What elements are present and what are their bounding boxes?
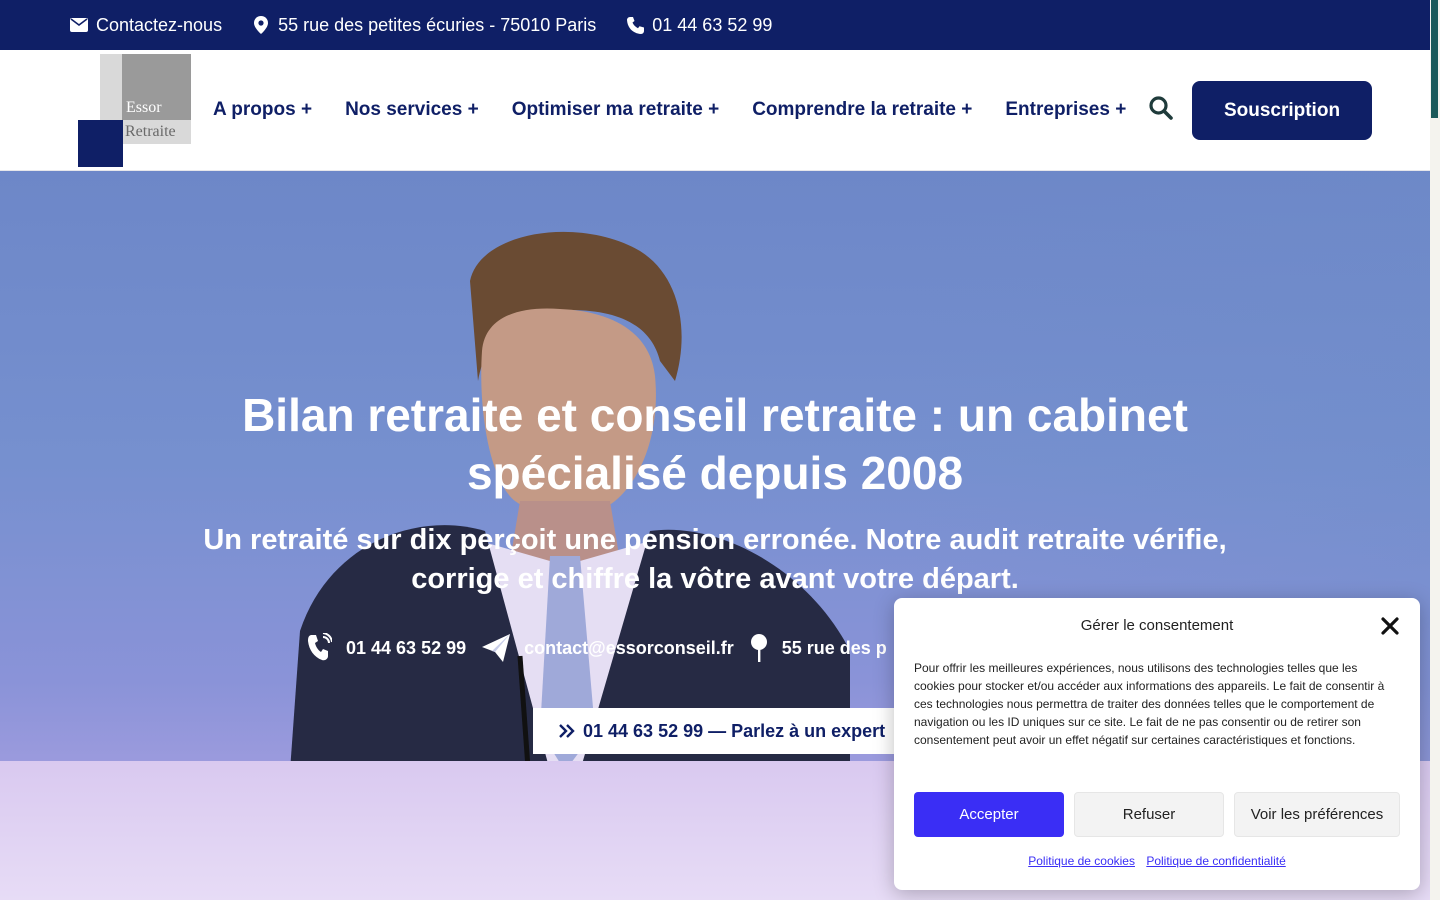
paper-plane-icon [482, 634, 511, 662]
hero-phone-label: 01 44 63 52 99 [346, 637, 467, 658]
cookie-policy-link[interactable]: Politique de cookies [1028, 854, 1135, 868]
hero-title-line-2: spécialisé depuis 2008 [466, 447, 964, 499]
hero-title: Bilan retraite et conseil retraite : un … [0, 386, 1430, 502]
hero-phone-link[interactable]: 01 44 63 52 99 [306, 633, 466, 663]
cookie-consent-dialog: Gérer le consentement Pour offrir les me… [894, 598, 1420, 890]
phone-link[interactable]: 01 44 63 52 99 [626, 15, 772, 36]
hero-subtitle-line-1: Un retraité sur dix perçoit une pension … [203, 524, 1227, 556]
nav-item-entreprises[interactable]: Entreprises + [1005, 99, 1126, 121]
preferences-button[interactable]: Voir les préférences [1234, 792, 1400, 837]
nav-item-a-propos[interactable]: A propos + [213, 99, 312, 121]
contact-label: Contactez-nous [96, 14, 223, 35]
nav-item-nos-services[interactable]: Nos services + [345, 99, 479, 121]
cookie-links: Politique de cookies Politique de confid… [894, 854, 1420, 868]
scrollbar-thumb[interactable] [1431, 0, 1438, 118]
scrollbar[interactable] [1430, 0, 1440, 900]
close-icon[interactable] [1380, 616, 1400, 636]
map-pin-icon [252, 16, 270, 34]
accept-button[interactable]: Accepter [914, 792, 1064, 837]
site-header: Essor Retraite A propos + Nos services +… [0, 50, 1430, 171]
refuse-button[interactable]: Refuser [1074, 792, 1224, 837]
nav-item-optimiser[interactable]: Optimiser ma retraite + [512, 99, 720, 121]
address-label: 55 rue des petites écuries - 75010 Paris [278, 14, 597, 35]
search-icon[interactable] [1148, 95, 1174, 121]
hero-address-label: 55 rue des p [781, 637, 887, 658]
hero-email-label: contact@essorconseil.fr [524, 637, 734, 658]
hero-contact-row: 01 44 63 52 99 contact@essorconseil.fr 5… [306, 633, 903, 663]
cta-call-expert-button[interactable]: 01 44 63 52 99 — Parlez à un expert [533, 708, 898, 754]
envelope-icon [70, 16, 88, 34]
hero-subtitle-line-2: corrige et chiffre la vôtre avant votre … [411, 563, 1019, 595]
location-pin-icon [750, 634, 767, 662]
cookie-body: Pour offrir les meilleures expériences, … [914, 661, 1385, 747]
address-link[interactable]: 55 rue des petites écuries - 75010 Paris [252, 15, 596, 36]
cookie-title: Gérer le consentement [1080, 617, 1234, 634]
subscribe-button[interactable]: Souscription [1192, 81, 1372, 140]
hero-title-line-1: Bilan retraite et conseil retraite : un … [242, 389, 1188, 441]
nav-item-comprendre[interactable]: Comprendre la retraite + [752, 99, 972, 121]
logo-square-blue [78, 120, 123, 167]
contact-link[interactable]: Contactez-nous [70, 15, 222, 36]
phone-icon [626, 16, 644, 34]
phone-ring-icon [308, 633, 332, 661]
logo-bar-light [100, 54, 122, 120]
double-chevron-right-icon [559, 724, 575, 738]
hero-subtitle: Un retraité sur dix perçoit une pension … [160, 521, 1270, 599]
logo[interactable]: Essor Retraite [78, 54, 191, 167]
hero-address-link[interactable]: 55 rue des p [750, 634, 887, 662]
logo-text-essor: Essor [126, 99, 162, 116]
cta-label: 01 44 63 52 99 — Parlez à un expert [583, 720, 886, 741]
hero-email-link[interactable]: contact@essorconseil.fr [482, 634, 734, 662]
privacy-policy-link[interactable]: Politique de confidentialité [1146, 854, 1285, 868]
phone-label: 01 44 63 52 99 [652, 14, 773, 35]
top-bar: Contactez-nous 55 rue des petites écurie… [0, 0, 1430, 50]
main-nav: A propos + Nos services + Optimiser ma r… [213, 50, 1159, 170]
logo-text-retraite: Retraite [125, 123, 176, 140]
